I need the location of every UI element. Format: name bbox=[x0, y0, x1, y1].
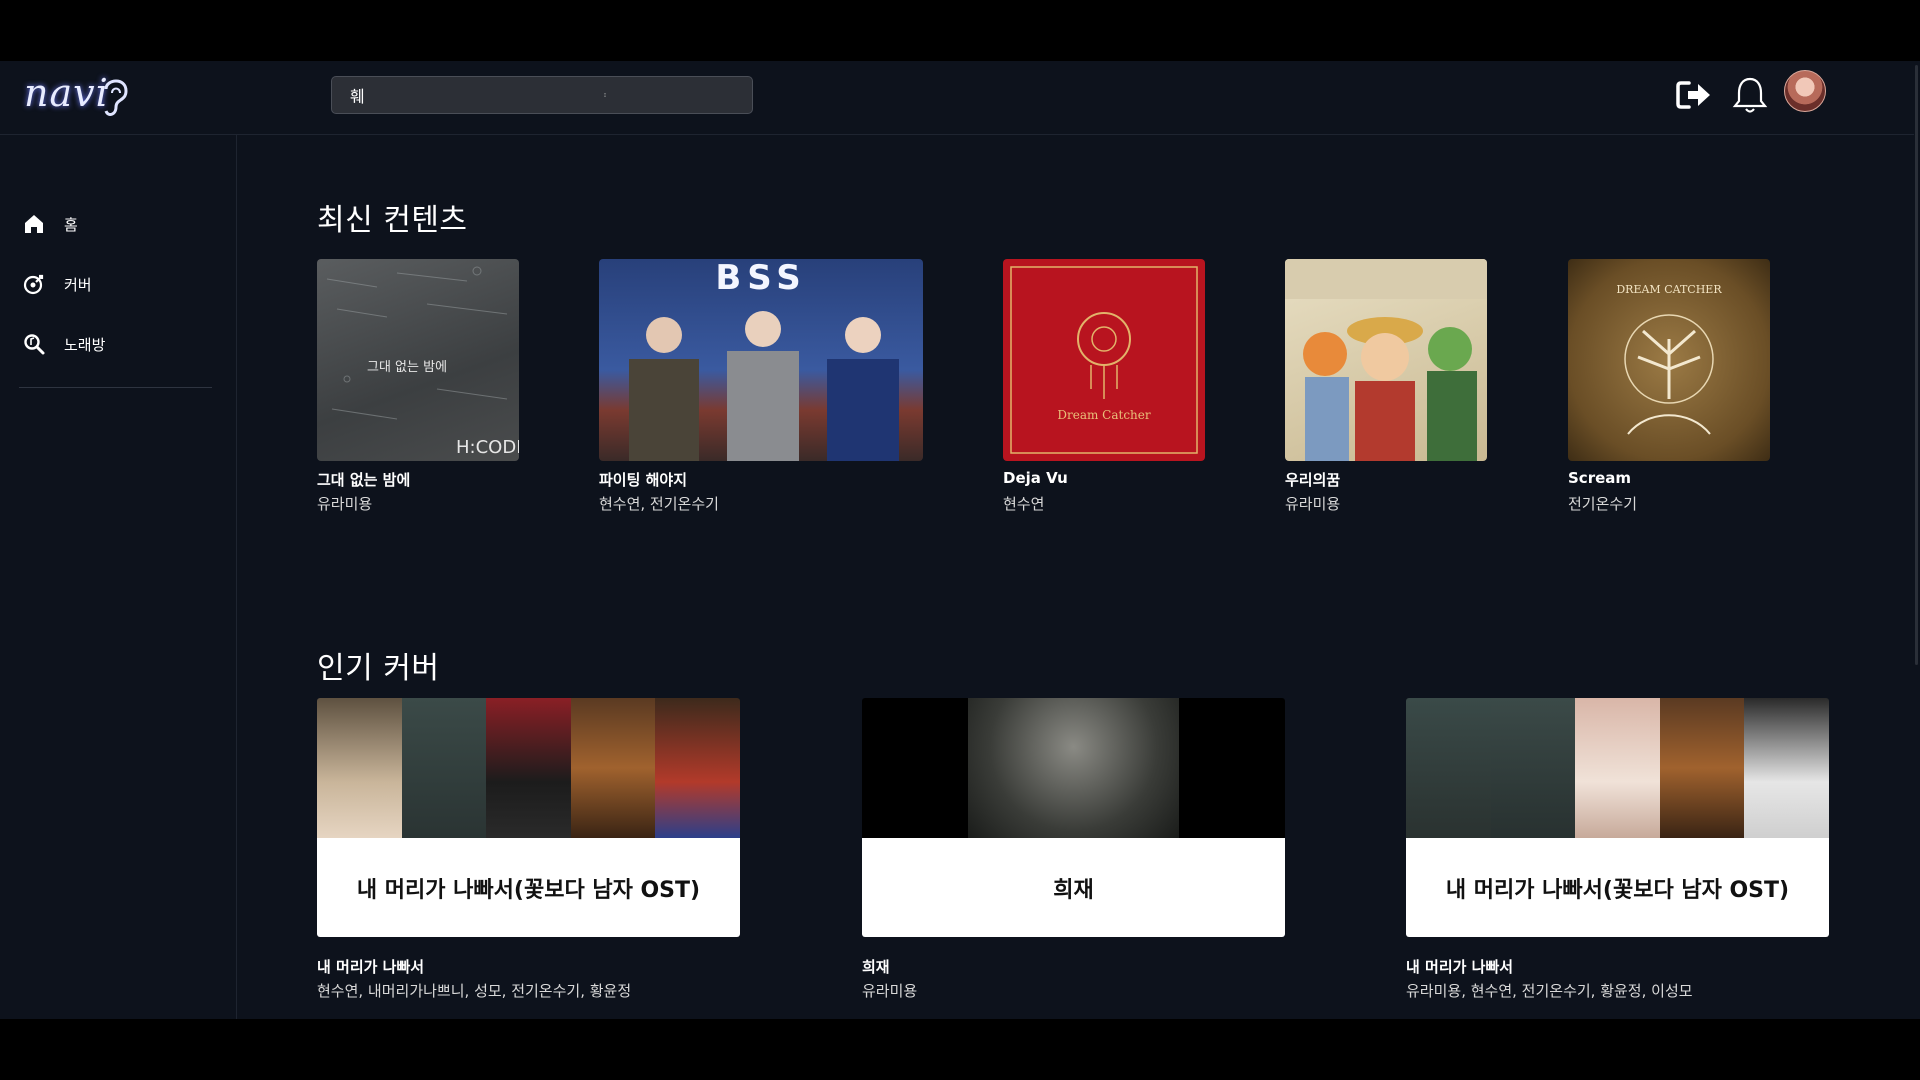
card-title: 우리의꿈 bbox=[1285, 471, 1341, 489]
album-cover[interactable]: 그대 없는 밤에 H:CODE bbox=[317, 259, 519, 461]
cover-card[interactable]: 내 머리가 나빠서(꽃보다 남자 OST) 내 머리가 나빠서 현수연, 내머리… bbox=[317, 698, 740, 1000]
cover-icon bbox=[23, 274, 44, 295]
card-title: Scream bbox=[1568, 469, 1632, 487]
cover-card[interactable]: 희재 희재 유라미용 bbox=[862, 698, 1285, 1000]
avatar[interactable] bbox=[1784, 70, 1826, 112]
logo[interactable]: navi bbox=[24, 71, 128, 123]
top-bar: navi bbox=[0, 61, 1914, 135]
sidebar: 홈 커버 노래방 bbox=[0, 135, 237, 1019]
section-title-latest: 최신 컨텐츠 bbox=[317, 203, 468, 238]
cover-banner: 희재 bbox=[862, 838, 1285, 937]
card-artist: 현수연, 전기온수기 bbox=[599, 495, 719, 513]
cover-text: BSS bbox=[715, 259, 806, 298]
app-window: navi 홈 bbox=[0, 61, 1914, 1019]
album-cover[interactable]: DREAM CATCHER bbox=[1568, 259, 1770, 461]
scrollbar-thumb[interactable] bbox=[1915, 65, 1918, 665]
cover-thumbnail-strip[interactable] bbox=[862, 698, 1285, 838]
bell-icon[interactable] bbox=[1728, 73, 1772, 117]
cover-text: 그대 없는 밤에 bbox=[367, 360, 447, 375]
cover-brand: H:CODE bbox=[456, 437, 519, 458]
sidebar-item-label: 홈 bbox=[64, 215, 78, 234]
album-cover[interactable]: BSS bbox=[599, 259, 923, 461]
sidebar-item-cover[interactable]: 커버 bbox=[22, 269, 92, 299]
card-title: 내 머리가 나빠서 bbox=[317, 958, 425, 976]
cover-text: Dream Catcher bbox=[1057, 408, 1151, 422]
cover-text: DREAM CATCHER bbox=[1616, 283, 1722, 296]
anime-poster-art bbox=[1285, 259, 1487, 461]
cover-thumbnail-strip[interactable] bbox=[1406, 698, 1829, 838]
search-bar[interactable] bbox=[331, 76, 753, 114]
home-icon bbox=[25, 215, 43, 233]
logout-icon[interactable] bbox=[1672, 73, 1716, 117]
logo-ear-icon bbox=[104, 79, 128, 116]
sidebar-item-label: 커버 bbox=[64, 275, 92, 294]
cover-banner: 내 머리가 나빠서(꽃보다 남자 OST) bbox=[317, 838, 740, 937]
card-artist: 현수연 bbox=[1003, 495, 1045, 513]
sidebar-item-home[interactable]: 홈 bbox=[22, 209, 78, 239]
card-artist: 현수연, 내머리가나쁘니, 성모, 전기온수기, 황윤정 bbox=[317, 982, 632, 1000]
sidebar-item-label: 노래방 bbox=[64, 335, 106, 354]
search-input[interactable] bbox=[332, 77, 752, 113]
card-artist: 전기온수기 bbox=[1568, 495, 1638, 513]
card-artist: 유라미용 bbox=[317, 495, 373, 513]
card-title: 파이팅 해야지 bbox=[599, 471, 688, 489]
scrollbar[interactable] bbox=[1914, 61, 1920, 1019]
section-title-popular: 인기 커버 bbox=[317, 651, 440, 686]
text-cursor-icon bbox=[604, 93, 606, 97]
logo-text: navi bbox=[24, 71, 109, 115]
card-artist: 유라미용 bbox=[862, 982, 918, 1000]
dreamcatcher-emblem-art: Dream Catcher bbox=[1010, 266, 1198, 454]
cover-thumbnail-strip[interactable] bbox=[317, 698, 740, 838]
album-cover[interactable] bbox=[1285, 259, 1487, 461]
card-title: Deja Vu bbox=[1003, 469, 1068, 487]
cover-card[interactable]: 내 머리가 나빠서(꽃보다 남자 OST) 내 머리가 나빠서 유라미용, 현수… bbox=[1406, 698, 1829, 1000]
tree-emblem-art: DREAM CATCHER bbox=[1616, 283, 1722, 435]
card-artist: 유라미용, 현수연, 전기온수기, 황윤정, 이성모 bbox=[1406, 982, 1693, 1000]
group-photo-art: BSS bbox=[629, 259, 899, 461]
search-music-icon bbox=[24, 334, 45, 355]
sidebar-item-karaoke[interactable]: 노래방 bbox=[22, 329, 105, 359]
card-title: 희재 bbox=[862, 958, 890, 976]
card-artist: 유라미용 bbox=[1285, 495, 1341, 513]
album-cover[interactable]: Dream Catcher bbox=[1003, 259, 1205, 461]
cover-banner: 내 머리가 나빠서(꽃보다 남자 OST) bbox=[1406, 838, 1829, 937]
chalkboard-art: 그대 없는 밤에 H:CODE bbox=[326, 266, 519, 458]
card-title: 내 머리가 나빠서 bbox=[1406, 958, 1514, 976]
sidebar-divider bbox=[19, 387, 212, 388]
card-title: 그대 없는 밤에 bbox=[317, 471, 411, 489]
